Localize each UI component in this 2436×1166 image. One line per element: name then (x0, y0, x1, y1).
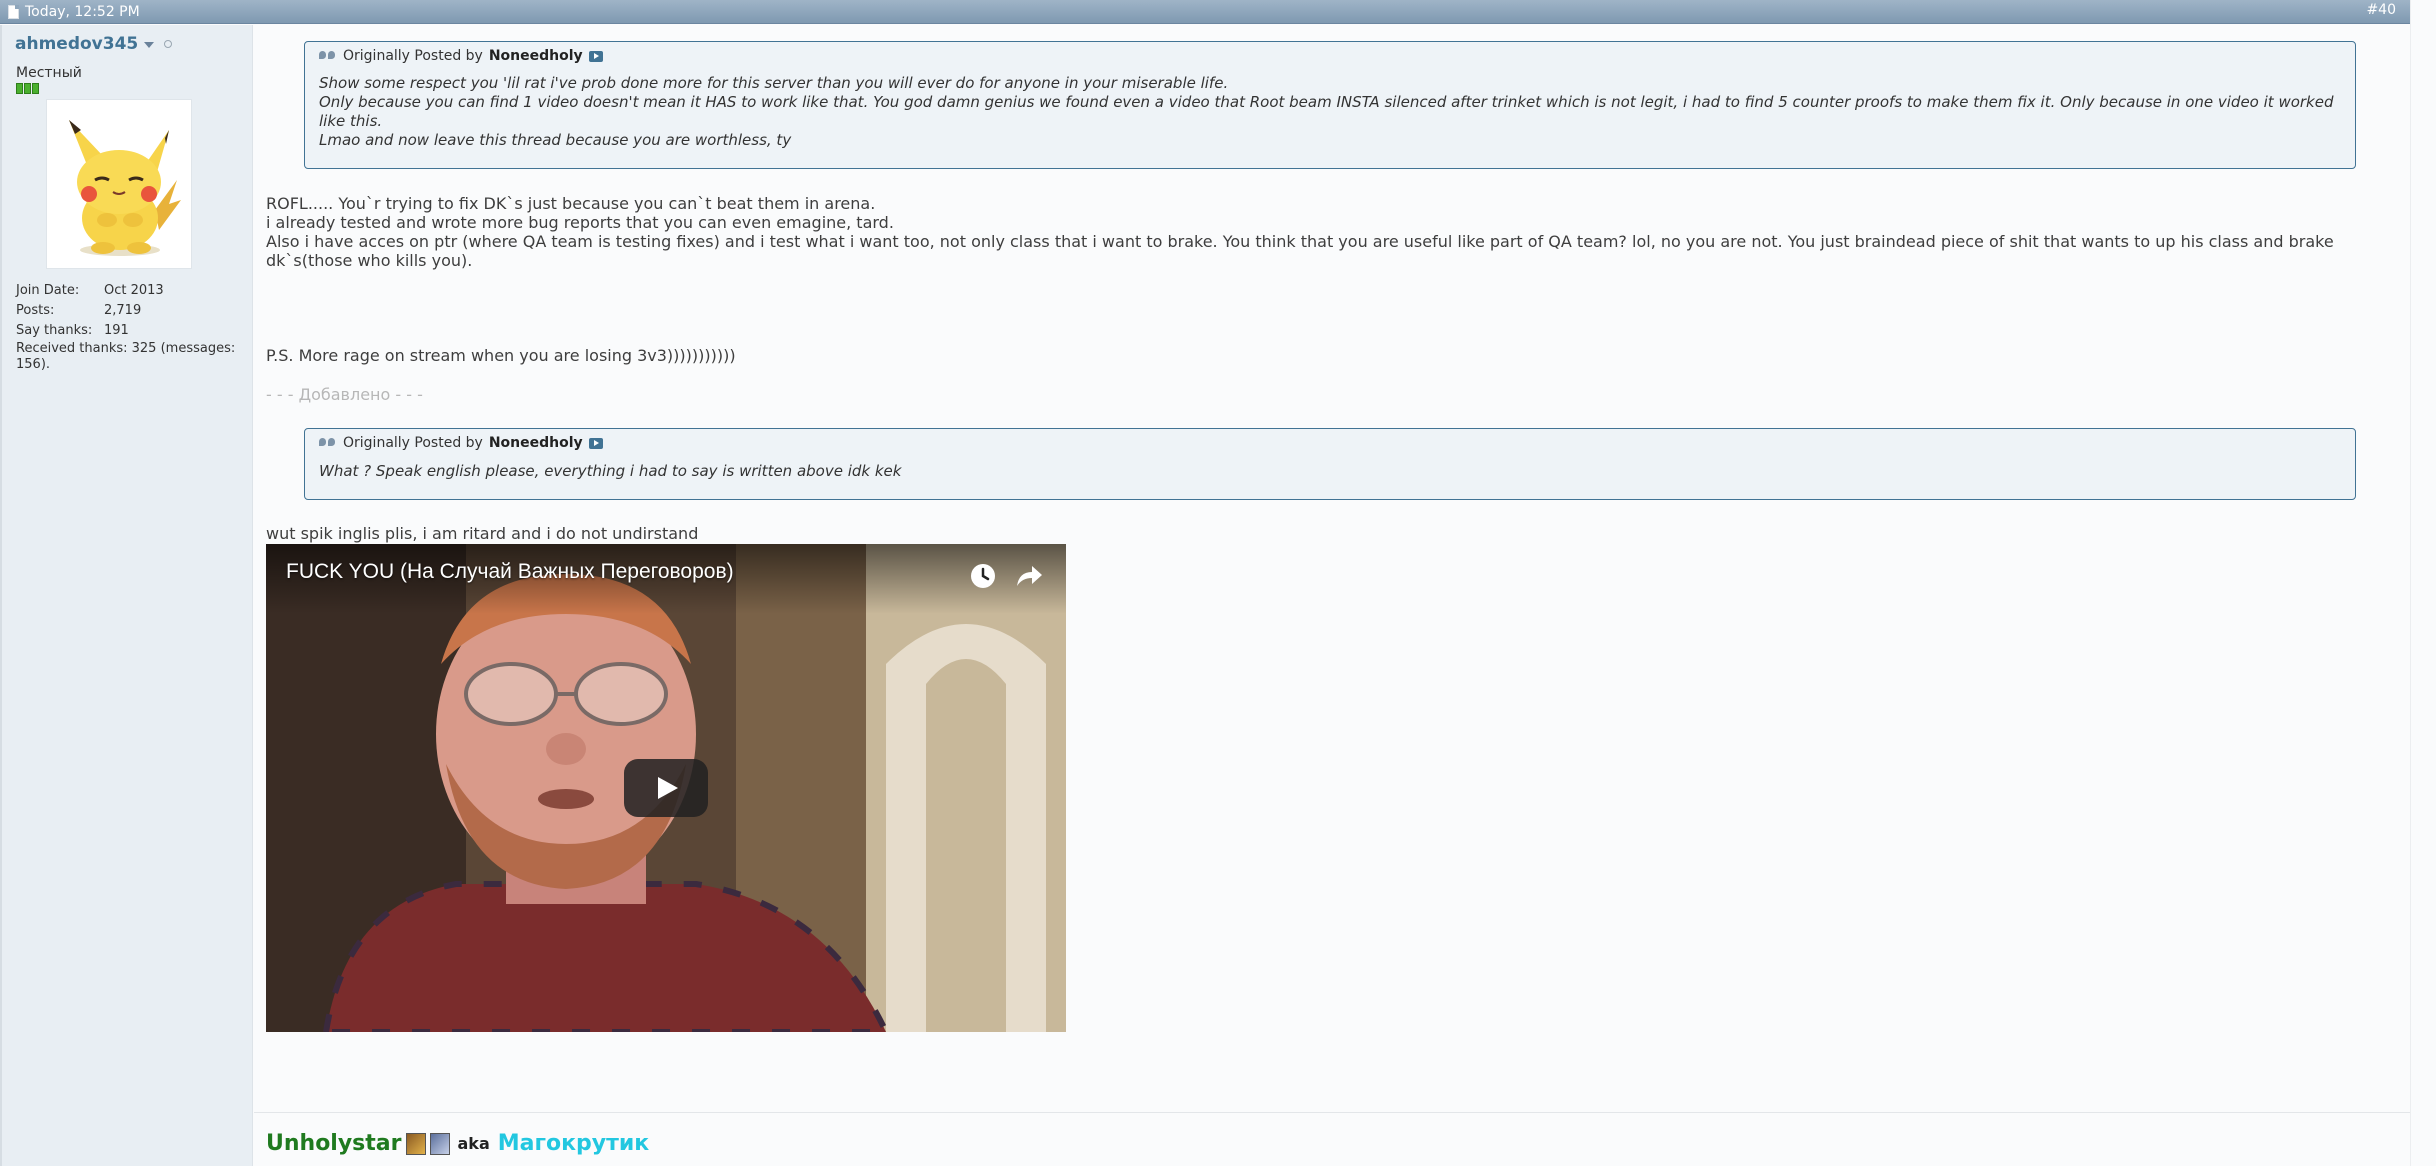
post-date-text: Today, 12:52 PM (25, 4, 140, 20)
stat-label: Posts: (16, 302, 55, 318)
added-separator: - - - Добавлено - - - (266, 385, 423, 404)
quote-header: Originally Posted by Noneedholy (319, 435, 603, 451)
message-line: i already tested and wrote more bug repo… (266, 213, 894, 232)
message-line: Also i have acces on ptr (where QA team … (266, 232, 2334, 251)
stat-label: Join Date: (16, 282, 80, 298)
avatar[interactable] (46, 99, 192, 269)
signature-aka: aka (457, 1134, 490, 1153)
stat-say-thanks: Say thanks: 191 (16, 320, 236, 340)
message-ps: P.S. More rage on stream when you are lo… (266, 346, 736, 365)
post-date: Today, 12:52 PM (8, 4, 140, 20)
stat-label: Say thanks: (16, 322, 93, 338)
user-stats: Join Date: Oct 2013 Posts: 2,719 Say tha… (16, 280, 236, 373)
post-number-link[interactable]: #40 (2366, 2, 2396, 18)
signature: Unholystar aka Магокрутик (266, 1131, 649, 1156)
quote-line: Show some respect you 'lil rat i've prob… (319, 74, 1229, 92)
signature-separator (254, 1112, 2410, 1113)
quote-header: Originally Posted by Noneedholy (319, 48, 603, 64)
quote-author: Noneedholy (488, 435, 583, 451)
watch-later-icon[interactable] (969, 562, 997, 590)
offline-status-icon (164, 40, 173, 48)
message-line: dk`s(those who kills you). (266, 251, 473, 270)
class-badge-icon (429, 1132, 450, 1155)
reputation-pip (16, 83, 23, 94)
quote-icon (319, 51, 337, 61)
video-title[interactable]: FUCK YOU (На Случай Важных Переговоров) (286, 560, 734, 584)
quote-icon (319, 438, 337, 448)
quote-block: Originally Posted by Noneedholy Show som… (304, 41, 2356, 169)
class-badge-icon (405, 1132, 426, 1155)
quote-prefix: Originally Posted by (343, 48, 483, 64)
stat-value: 2,719 (104, 302, 142, 318)
username-menu[interactable]: ahmedov345 (15, 34, 173, 54)
stat-join-date: Join Date: Oct 2013 (16, 280, 236, 300)
quote-block: Originally Posted by Noneedholy What ? S… (304, 428, 2356, 500)
stat-value: 191 (104, 322, 129, 338)
signature-name: Unholystar (266, 1131, 402, 1156)
quote-author: Noneedholy (488, 48, 583, 64)
quote-line: Lmao and now leave this thread because y… (319, 131, 792, 149)
pikachu-avatar-icon (69, 120, 181, 256)
user-title: Местный (16, 65, 82, 81)
reply-text: wut spik inglis plis, i am ritard and i … (266, 524, 699, 543)
chevron-down-icon[interactable] (144, 42, 155, 48)
quote-prefix: Originally Posted by (343, 435, 483, 451)
stat-posts: Posts: 2,719 (16, 300, 236, 320)
view-post-icon[interactable] (588, 50, 603, 62)
stat-received-thanks: Received thanks: 325 (messages: 156). (16, 341, 236, 372)
reputation-pip (32, 83, 39, 94)
post-icon (8, 5, 19, 19)
stat-value: Oct 2013 (104, 282, 164, 298)
reputation-pip (24, 83, 31, 94)
signature-alt-name: Магокрутик (497, 1131, 650, 1156)
play-button[interactable] (624, 759, 708, 817)
username[interactable]: ahmedov345 (15, 34, 138, 54)
message-line: ROFL..... You`r trying to fix DK`s just … (266, 194, 876, 213)
share-icon[interactable] (1014, 562, 1044, 590)
view-post-icon[interactable] (588, 437, 603, 449)
reputation-bar (16, 83, 39, 94)
post-header: Today, 12:52 PM #40 (0, 0, 2436, 24)
page-scrollbar[interactable] (2410, 0, 2436, 1166)
quote-line: Only because you can find 1 video doesn'… (319, 93, 2334, 130)
embedded-video[interactable]: FUCK YOU (На Случай Важных Переговоров) (266, 544, 1066, 1032)
quote-line: What ? Speak english please, everything … (319, 462, 902, 480)
userinfo-sidebar: ahmedov345 Местный Join Date: Oct 2013 P… (0, 25, 253, 1166)
